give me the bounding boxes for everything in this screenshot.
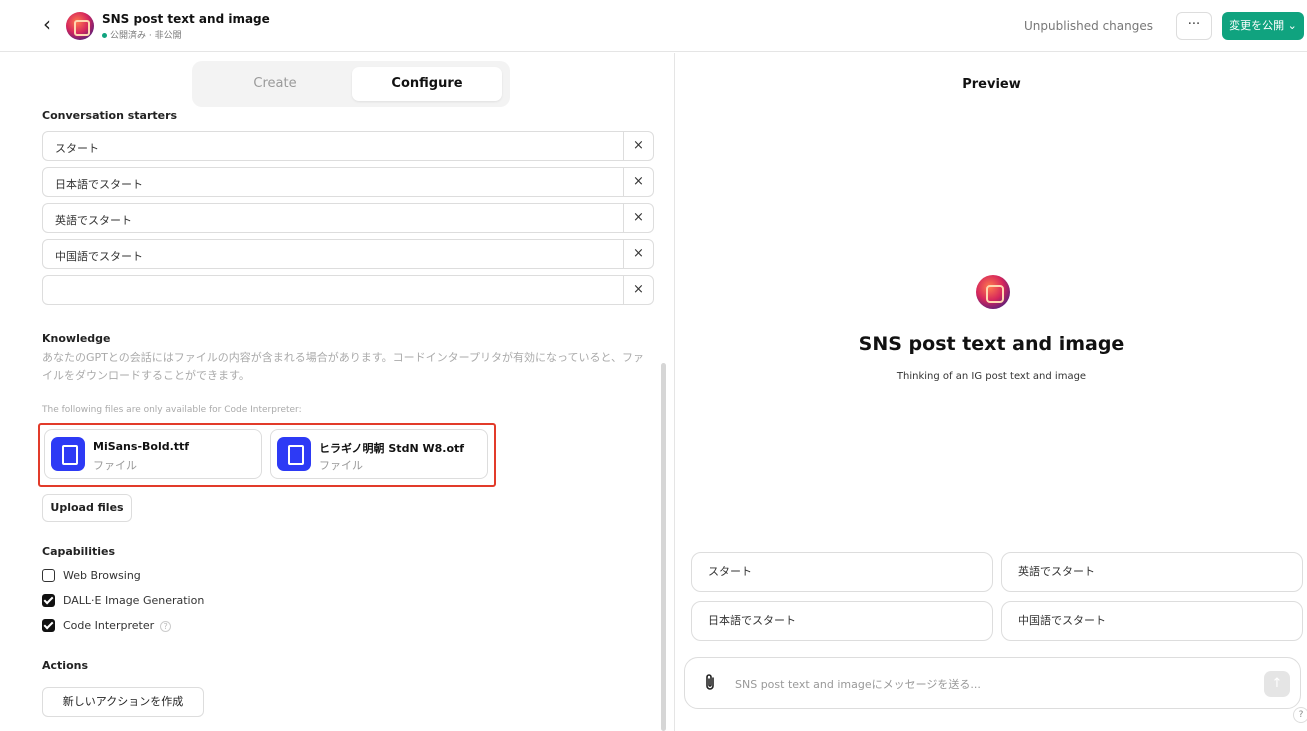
file-card[interactable]: MiSans-Bold.ttf ファイル [44, 429, 262, 479]
code-interpreter-note: The following files are only available f… [42, 405, 302, 415]
conversation-starters-label: Conversation starters [42, 109, 178, 122]
chevron-left-icon: ‹ [43, 12, 51, 36]
mode-tabs: Create Configure [192, 61, 510, 107]
checkbox-checked[interactable] [42, 619, 55, 632]
file-icon [51, 437, 85, 471]
message-placeholder: SNS post text and imageにメッセージを送る... [735, 678, 981, 691]
starter-text: スタート [55, 142, 99, 155]
capabilities-label: Capabilities [42, 545, 116, 558]
starter-input[interactable]: スタート × [42, 131, 654, 161]
starter-input[interactable]: × [42, 275, 654, 305]
publish-button[interactable]: 変更を公開 ⌄ [1222, 12, 1304, 40]
remove-starter-icon[interactable]: × [623, 132, 653, 160]
starter-input[interactable]: 日本語でスタート × [42, 167, 654, 197]
gpt-avatar [66, 12, 94, 40]
tab-configure[interactable]: Configure [352, 67, 502, 101]
remove-starter-icon[interactable]: × [623, 204, 653, 232]
files-highlight: MiSans-Bold.ttf ファイル ヒラギノ明朝 StdN W8.otf … [38, 423, 496, 487]
preview-starter[interactable]: 中国語でスタート [1001, 601, 1303, 641]
checkbox-checked[interactable] [42, 594, 55, 607]
top-header: ‹ SNS post text and image 公開済み · 非公開 Unp… [0, 0, 1307, 52]
starter-text: 英語でスタート [55, 214, 132, 227]
remove-starter-icon[interactable]: × [623, 240, 653, 268]
gpt-description: Thinking of an IG post text and image [896, 371, 1087, 382]
status-dot-icon [102, 33, 107, 38]
tab-create[interactable]: Create [200, 67, 350, 101]
paperclip-icon [706, 674, 714, 690]
gpt-avatar [976, 275, 1010, 309]
file-icon [277, 437, 311, 471]
paperclip-icon[interactable] [703, 673, 717, 693]
send-button[interactable]: ↑ [1264, 671, 1290, 697]
unpublished-changes-label: Unpublished changes [1024, 19, 1153, 33]
back-button[interactable]: ‹ [36, 14, 58, 36]
gpt-name: SNS post text and image [858, 333, 1125, 355]
remove-starter-icon[interactable]: × [623, 276, 653, 304]
preview-starter[interactable]: スタート [691, 552, 993, 592]
file-name: MiSans-Bold.ttf [93, 440, 190, 453]
message-input[interactable]: SNS post text and imageにメッセージを送る... ↑ [684, 657, 1301, 709]
help-icon[interactable]: ? [1293, 707, 1307, 723]
starter-input[interactable]: 中国語でスタート × [42, 239, 654, 269]
actions-label: Actions [42, 659, 88, 672]
configure-pane: Create Configure Conversation starters ス… [0, 53, 675, 731]
file-name: ヒラギノ明朝 StdN W8.otf [319, 442, 465, 455]
scrollbar[interactable] [661, 363, 666, 731]
file-type: ファイル [319, 459, 363, 472]
preview-title: Preview [962, 77, 1021, 92]
help-icon[interactable]: ? [160, 620, 172, 632]
preview-starter[interactable]: 日本語でスタート [691, 601, 993, 641]
file-type: ファイル [93, 459, 137, 472]
knowledge-description: あなたのGPTとの会話にはファイルの内容が含まれる場合があります。コードインター… [42, 351, 645, 382]
checkbox-unchecked[interactable] [42, 569, 55, 582]
create-action-button[interactable]: 新しいアクションを作成 [42, 687, 204, 717]
starter-text: 中国語でスタート [55, 250, 143, 263]
remove-starter-icon[interactable]: × [623, 168, 653, 196]
gpt-title: SNS post text and image [102, 12, 270, 26]
preview-starter[interactable]: 英語でスタート [1001, 552, 1303, 592]
starter-input[interactable]: 英語でスタート × [42, 203, 654, 233]
preview-pane: Preview SNS post text and image Thinking… [676, 53, 1307, 731]
file-card[interactable]: ヒラギノ明朝 StdN W8.otf ファイル [270, 429, 488, 479]
publish-status: 公開済み · 非公開 [102, 28, 182, 41]
upload-files-button[interactable]: Upload files [42, 494, 132, 522]
more-options-button[interactable]: ··· [1176, 12, 1212, 40]
knowledge-label: Knowledge [42, 332, 111, 345]
starter-text: 日本語でスタート [55, 178, 143, 191]
